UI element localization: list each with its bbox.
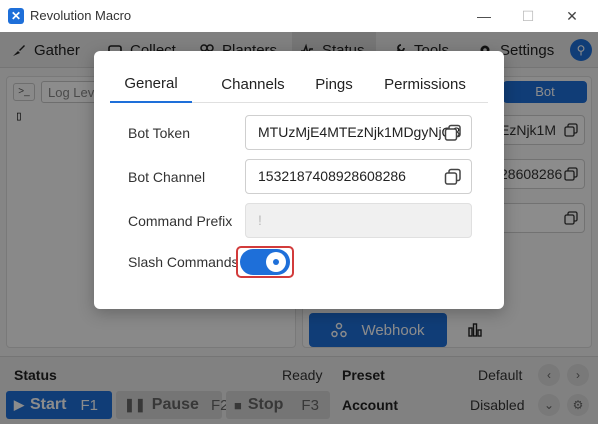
settings-dialog: General Channels Pings Permissions Bot T…	[94, 51, 504, 309]
tab-channels[interactable]: Channels	[208, 65, 298, 103]
maximize-button[interactable]: ☐	[508, 4, 548, 28]
slash-commands-label: Slash Commands	[128, 254, 239, 270]
minimize-button[interactable]: —	[464, 4, 504, 28]
toggle-knob	[266, 252, 286, 272]
bot-channel-field[interactable]: 1532187408928608286	[245, 159, 472, 194]
window-title: Revolution Macro	[30, 8, 132, 23]
bot-token-label: Bot Token	[128, 125, 191, 141]
bot-channel-label: Bot Channel	[128, 169, 206, 185]
title-bar: ✕ Revolution Macro — ☐ ✕	[0, 0, 598, 32]
app-logo-icon: ✕	[8, 8, 24, 24]
close-button[interactable]: ✕	[552, 4, 592, 28]
bot-token-field[interactable]: MTUzMjE4MTEzNjk1MDgyNjQ3	[245, 115, 472, 150]
command-prefix-label: Command Prefix	[128, 213, 233, 229]
dialog-tabs: General Channels Pings Permissions	[110, 65, 488, 103]
tab-pings[interactable]: Pings	[304, 65, 364, 103]
tab-general[interactable]: General	[110, 65, 192, 103]
tab-permissions[interactable]: Permissions	[372, 65, 478, 103]
copy-icon[interactable]	[444, 168, 462, 186]
slash-commands-toggle[interactable]	[240, 249, 290, 275]
copy-icon[interactable]	[444, 124, 462, 142]
command-prefix-field[interactable]: !	[245, 203, 472, 238]
